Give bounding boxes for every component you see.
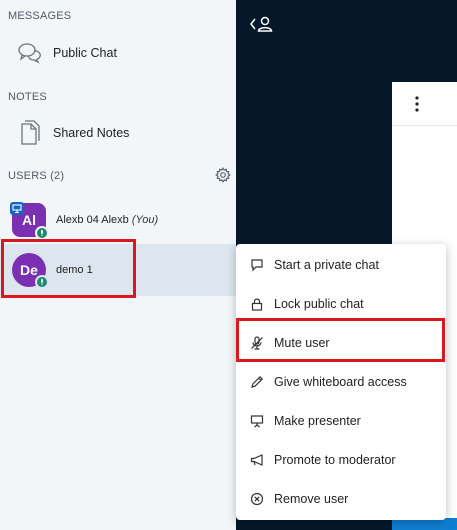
menu-item-make-presenter[interactable]: Make presenter (236, 401, 446, 440)
microphone-muted-icon (249, 335, 265, 351)
menu-item-label: Give whiteboard access (274, 374, 407, 389)
user-name-text: Alexb 04 Alexb (56, 214, 129, 226)
chat-icon (249, 257, 265, 273)
menu-item-start-private-chat[interactable]: Start a private chat (236, 245, 446, 284)
users-section-title: USERS (2) (8, 170, 65, 182)
menu-item-promote-to-moderator[interactable]: Promote to moderator (236, 440, 446, 479)
document-icon (12, 120, 48, 146)
user-list-sidebar: MESSAGES Public Chat NOTES Shared Notes … (0, 0, 236, 530)
menu-item-give-whiteboard-access[interactable]: Give whiteboard access (236, 362, 446, 401)
pencil-icon (249, 374, 265, 390)
menu-item-mute-user[interactable]: Mute user (236, 323, 446, 362)
menu-item-label: Promote to moderator (274, 452, 396, 467)
public-chat-item[interactable]: Public Chat (0, 33, 236, 73)
menu-item-label: Make presenter (274, 413, 361, 428)
gear-icon[interactable] (215, 167, 231, 183)
voice-status-icon (35, 275, 49, 289)
presentation-icon (249, 413, 265, 429)
menu-item-label: Remove user (274, 491, 349, 506)
menu-item-lock-public-chat[interactable]: Lock public chat (236, 284, 446, 323)
megaphone-icon (249, 452, 265, 468)
menu-item-label: Lock public chat (274, 296, 364, 311)
user-list-item-alexb[interactable]: Al Alexb 04 Alexb (You) (0, 194, 236, 246)
user-name: demo 1 (56, 264, 93, 276)
user-name: Alexb 04 Alexb (You) (56, 214, 158, 226)
remove-circle-icon (249, 491, 265, 507)
presenter-icon (10, 202, 24, 215)
shared-notes-label: Shared Notes (53, 126, 130, 140)
menu-item-label: Start a private chat (274, 257, 379, 272)
public-chat-label: Public Chat (53, 46, 117, 60)
you-label: (You) (131, 214, 159, 226)
notes-section-title: NOTES (8, 91, 47, 103)
menu-item-label: Mute user (274, 335, 330, 350)
user-options-menu: Start a private chat Lock public chat Mu… (236, 244, 446, 520)
user-list-item-demo[interactable]: De demo 1 (0, 244, 236, 296)
shared-notes-item[interactable]: Shared Notes (0, 113, 236, 153)
card-divider (392, 125, 457, 126)
menu-item-remove-user[interactable]: Remove user (236, 479, 446, 518)
messages-section-title: MESSAGES (8, 10, 72, 22)
voice-status-icon (35, 226, 49, 240)
lock-icon (249, 296, 265, 312)
chat-bubbles-icon (12, 41, 48, 65)
user-list-toggle-icon[interactable] (249, 14, 275, 34)
more-options-icon[interactable] (409, 95, 425, 113)
user-name-text: demo 1 (56, 264, 93, 276)
